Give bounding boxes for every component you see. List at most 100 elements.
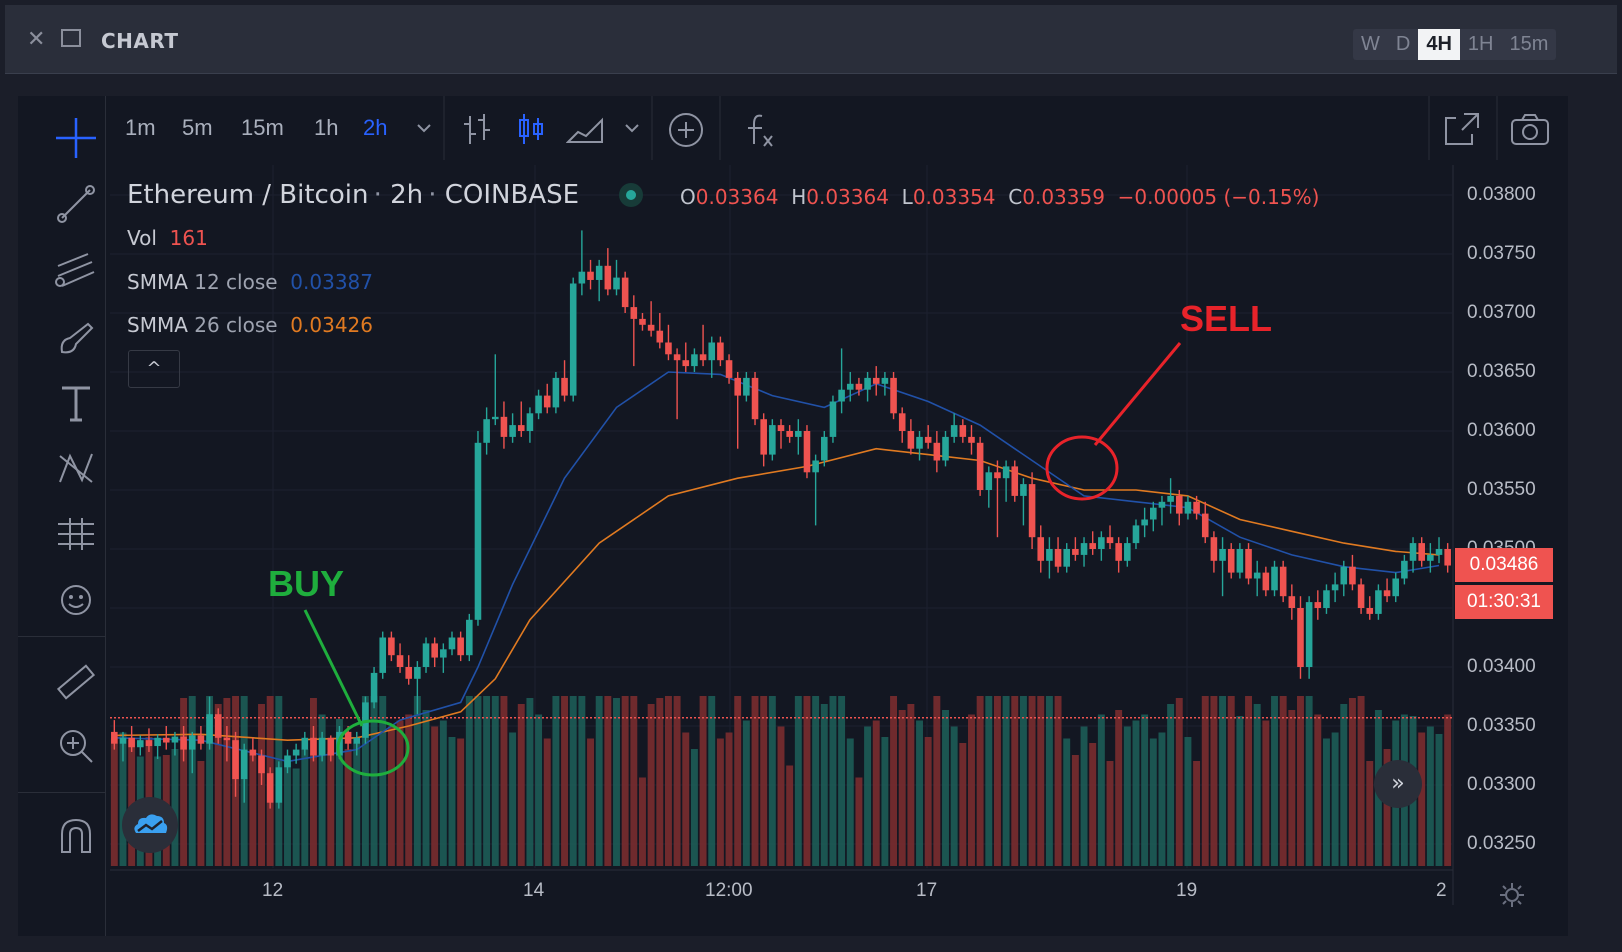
volume-bar	[933, 696, 941, 866]
volume-bar	[690, 749, 698, 866]
candle-body	[474, 442, 482, 620]
volume-bar	[292, 768, 300, 866]
price-axis-label: 0.03750	[1467, 243, 1536, 264]
volume-bar	[872, 720, 880, 866]
candle-body	[353, 737, 361, 744]
volume-bar	[924, 737, 932, 866]
candle-body	[1046, 549, 1053, 561]
volume-bar	[327, 752, 335, 866]
smma26-legend[interactable]: SMMA 26 close 0.03426	[127, 313, 373, 337]
candle-body	[933, 442, 941, 461]
volume-bar	[500, 696, 508, 866]
candle-body	[440, 649, 447, 658]
tradingview-logo[interactable]	[122, 797, 178, 853]
candle-body	[223, 737, 231, 741]
volume-bar	[942, 710, 949, 866]
sell-arrow	[1093, 342, 1182, 446]
candle-body	[137, 740, 144, 748]
candle-body	[483, 419, 490, 443]
volume-bar	[387, 726, 395, 866]
candle-body	[448, 637, 456, 650]
time-axis-label: 17	[916, 880, 938, 901]
candle-body	[327, 737, 335, 756]
volume-bar	[716, 738, 724, 866]
candle-body	[292, 749, 300, 756]
volume-bar	[509, 732, 517, 866]
bar-countdown-tag: 01:30:31	[1455, 585, 1553, 619]
time-axis-label: 19	[1176, 880, 1198, 901]
candle-body	[656, 330, 664, 343]
candle-body	[1262, 572, 1270, 591]
candle-body	[1349, 566, 1356, 585]
candle-body	[206, 714, 213, 744]
candle-body	[1080, 543, 1088, 555]
volume-bar	[197, 761, 205, 866]
volume-bar	[491, 696, 499, 866]
volume-legend[interactable]: Vol 161	[127, 226, 208, 250]
candle-body	[994, 472, 1001, 479]
volume-bar	[1366, 761, 1374, 866]
candle-body	[1314, 602, 1322, 608]
volume-bar	[1167, 704, 1175, 866]
candle-body	[240, 749, 248, 780]
volume-bar	[838, 696, 846, 866]
current-price-tag: 0.03486	[1455, 548, 1553, 582]
price-chart[interactable]	[0, 0, 1622, 952]
smma12-label: SMMA	[127, 270, 188, 294]
candle-body	[1392, 578, 1400, 597]
volume-bar	[310, 698, 317, 866]
candle-body	[258, 755, 265, 774]
symbol-legend: Ethereum / Bitcoin · 2h · COINBASE	[127, 180, 580, 210]
candle-body	[578, 271, 586, 284]
candle-body	[1340, 566, 1348, 585]
candle-body	[275, 767, 283, 803]
time-axis-label: 2	[1436, 880, 1447, 901]
sell-annotation: SELL	[1180, 298, 1273, 339]
volume-bar	[794, 696, 802, 866]
volume-bar	[474, 696, 482, 866]
candle-body	[1115, 543, 1122, 561]
volume-bar	[1106, 761, 1114, 866]
volume-bar	[1357, 696, 1365, 866]
scroll-to-realtime-button[interactable]: »	[1374, 760, 1422, 808]
candle-body	[344, 731, 352, 744]
candle-body	[1427, 554, 1434, 561]
candle-body	[959, 425, 967, 437]
volume-bar	[517, 704, 525, 866]
candle-body	[1141, 519, 1148, 526]
volume-bar	[552, 696, 560, 866]
volume-bar	[431, 726, 439, 866]
candle-body	[1175, 495, 1183, 514]
volume-bar	[656, 698, 664, 866]
candle-body	[1331, 584, 1339, 591]
volume-bar	[725, 732, 733, 866]
buy-annotation: BUY	[268, 563, 345, 604]
candle-body	[769, 425, 776, 455]
collapse-legend-button[interactable]: ^	[128, 350, 180, 388]
high-label: H	[791, 185, 807, 209]
low-value: 0.03354	[912, 185, 996, 209]
candle-body	[708, 342, 716, 361]
volume-bar	[457, 738, 465, 866]
candle-body	[968, 436, 975, 443]
volume-bar	[950, 726, 958, 866]
volume-bar	[699, 696, 707, 866]
smma12-legend[interactable]: SMMA 12 close 0.03387	[127, 270, 373, 294]
symbol-exchange: COINBASE	[444, 180, 580, 210]
candle-body	[786, 431, 793, 437]
volume-bar	[993, 696, 1001, 866]
candle-body	[1305, 602, 1313, 667]
candle-body	[162, 737, 170, 743]
volume-bar	[1288, 710, 1296, 866]
candle-body	[924, 436, 932, 443]
candle-body	[1184, 501, 1192, 514]
settings-gear-icon[interactable]	[1497, 880, 1527, 910]
volume-bar	[561, 696, 569, 866]
symbol-name[interactable]: Ethereum / Bitcoin	[127, 180, 368, 210]
volume-bar	[1426, 726, 1434, 866]
candle-body	[1271, 566, 1278, 591]
candle-body	[491, 416, 499, 420]
ohlc-values: O0.03364 H0.03364 L0.03354 C0.03359 −0.0…	[680, 185, 1319, 209]
candle-body	[717, 342, 724, 361]
volume-bar	[639, 777, 646, 866]
